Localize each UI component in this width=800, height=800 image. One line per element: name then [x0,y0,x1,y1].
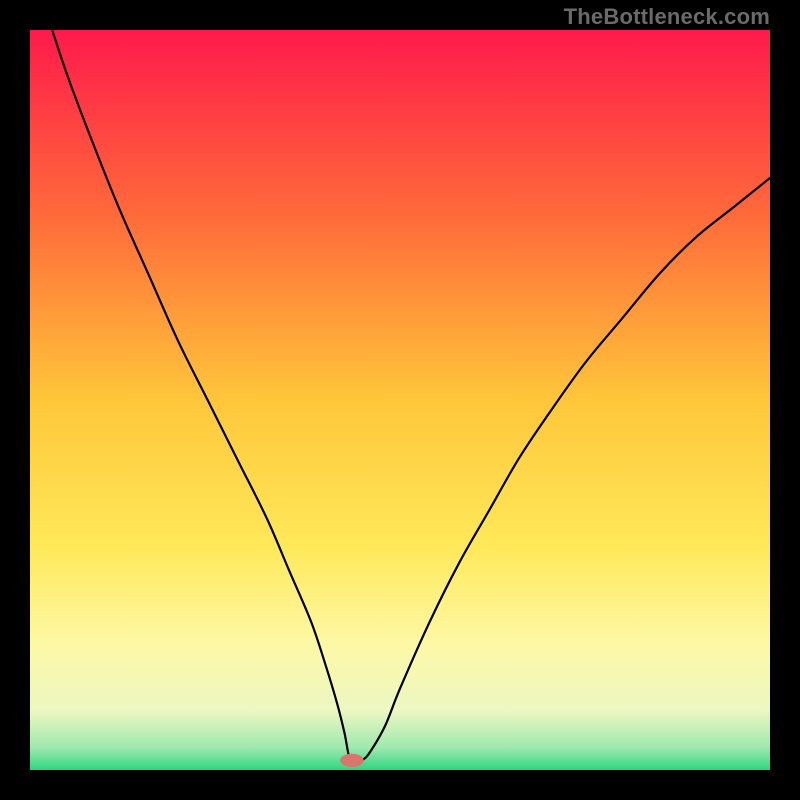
plot-area [30,30,770,770]
watermark-text: TheBottleneck.com [564,4,770,30]
chart-svg [30,30,770,770]
gradient-background [30,30,770,770]
chart-root: TheBottleneck.com [0,0,800,800]
optimal-point-marker [340,754,364,767]
